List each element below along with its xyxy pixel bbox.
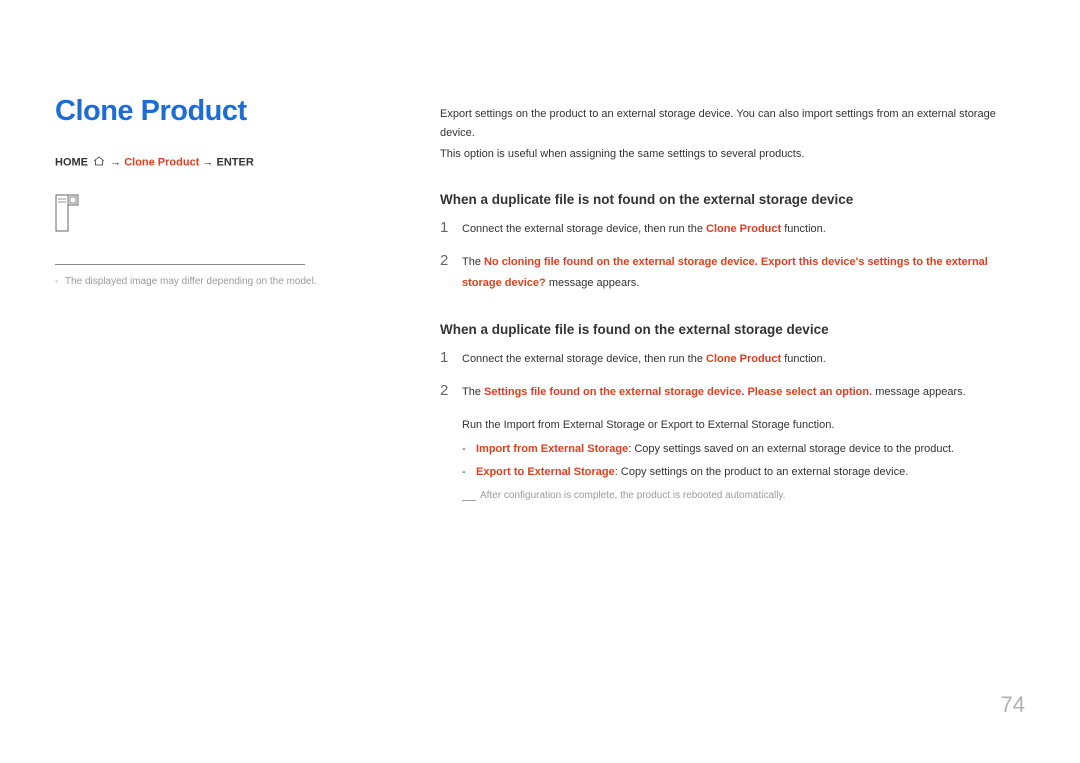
divider [55, 264, 305, 265]
step-number: 1 [440, 219, 462, 236]
step-text: The No cloning file found on the externa… [462, 252, 1025, 294]
device-icon-wrap [55, 194, 440, 239]
step-text: The Settings file found on the external … [462, 382, 1025, 403]
step-text: Connect the external storage device, the… [462, 349, 1025, 370]
page-title: Clone Product [55, 95, 440, 128]
bullet-import: - Import from External Storage: Copy set… [462, 440, 1025, 459]
section2-sub: Run the Import from External Storage or … [462, 415, 1025, 436]
bullet-text: Export to External Storage: Copy setting… [476, 463, 1025, 482]
device-icon [55, 194, 79, 234]
page-container: Clone Product HOME → Clone Product → ENT… [0, 0, 1080, 510]
bullet-text: Import from External Storage: Copy setti… [476, 440, 1025, 459]
bullet-export: - Export to External Storage: Copy setti… [462, 463, 1025, 482]
section2-step2: 2 The Settings file found on the externa… [440, 382, 1025, 403]
footnote: - The displayed image may differ dependi… [55, 275, 440, 289]
step-number: 2 [440, 252, 462, 269]
breadcrumb-enter: ENTER [216, 156, 253, 168]
breadcrumb-home: HOME [55, 156, 88, 168]
footnote-dash: - [55, 275, 58, 289]
bullet-dash: - [462, 440, 476, 459]
page-number: 74 [1001, 692, 1025, 718]
intro-line2: This option is useful when assigning the… [440, 145, 1025, 164]
right-column: Export settings on the product to an ext… [440, 95, 1025, 510]
breadcrumb-clone-product: Clone Product [124, 156, 199, 168]
bullet-dash: - [462, 463, 476, 482]
step-text: Connect the external storage device, the… [462, 219, 1025, 240]
section2-step1: 1 Connect the external storage device, t… [440, 349, 1025, 370]
note: ― After configuration is complete, the p… [462, 488, 1025, 510]
breadcrumb-arrow: → [202, 156, 216, 168]
left-column: Clone Product HOME → Clone Product → ENT… [55, 95, 440, 510]
footnote-text: The displayed image may differ depending… [65, 276, 317, 287]
section1-step2: 2 The No cloning file found on the exter… [440, 252, 1025, 294]
section1-step1: 1 Connect the external storage device, t… [440, 219, 1025, 240]
note-text: After configuration is complete, the pro… [480, 488, 786, 510]
step-number: 2 [440, 382, 462, 399]
breadcrumb: HOME → Clone Product → ENTER [55, 156, 440, 169]
note-dash: ― [462, 488, 480, 510]
step-number: 1 [440, 349, 462, 366]
home-icon [93, 156, 105, 169]
breadcrumb-arrow: → [110, 156, 124, 168]
section2-heading: When a duplicate file is found on the ex… [440, 322, 1025, 337]
intro-line1: Export settings on the product to an ext… [440, 105, 1025, 142]
section1-heading: When a duplicate file is not found on th… [440, 192, 1025, 207]
